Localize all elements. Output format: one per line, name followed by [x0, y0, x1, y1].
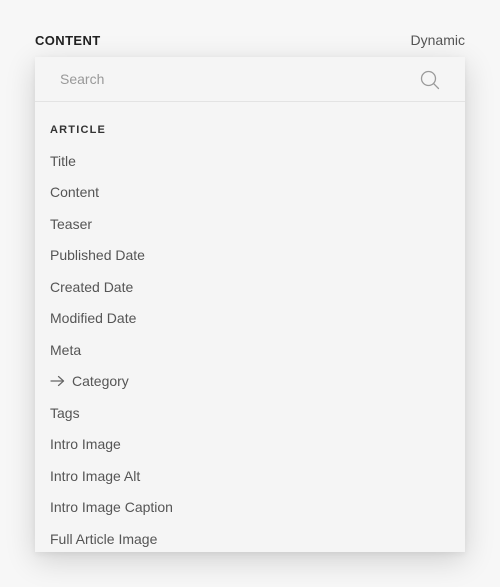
list-item-label: Intro Image: [50, 436, 121, 453]
search-row: [35, 57, 465, 102]
list-item-full-article-image[interactable]: Full Article Image: [50, 523, 465, 552]
list-item-label: Created Date: [50, 278, 134, 295]
list-item-published-date[interactable]: Published Date: [50, 240, 465, 272]
list-item-tags[interactable]: Tags: [50, 397, 465, 429]
section-title: CONTENT: [35, 32, 101, 48]
search-input[interactable]: [35, 57, 405, 101]
list-item-label: Modified Date: [50, 310, 137, 327]
search-icon[interactable]: [419, 69, 441, 91]
dynamic-toggle[interactable]: Dynamic: [411, 32, 465, 48]
list-item-intro-image-alt[interactable]: Intro Image Alt: [50, 460, 465, 492]
list-item-intro-image[interactable]: Intro Image: [50, 429, 465, 461]
list-item-meta[interactable]: Meta: [50, 334, 465, 366]
list-item-teaser[interactable]: Teaser: [50, 208, 465, 240]
list-item-modified-date[interactable]: Modified Date: [50, 303, 465, 335]
list-item-label: Tags: [50, 404, 80, 421]
list-item-category[interactable]: Category: [50, 366, 465, 398]
group-label-article: ARTICLE: [50, 124, 107, 136]
dropdown-panel: ARTICLE Title Content Teaser Published D…: [35, 57, 465, 552]
field-list: Title Content Teaser Published Date Crea…: [50, 145, 465, 552]
list-item-content[interactable]: Content: [50, 177, 465, 209]
list-item-label: Intro Image Caption: [50, 499, 173, 516]
list-item-label: Title: [50, 152, 76, 169]
list-item-label: Published Date: [50, 247, 145, 264]
arrow-right-icon: [50, 376, 65, 387]
header: CONTENT Dynamic: [35, 30, 465, 50]
list-item-label: Meta: [50, 341, 82, 358]
list-item-intro-image-caption[interactable]: Intro Image Caption: [50, 492, 465, 524]
list-item-title[interactable]: Title: [50, 145, 465, 177]
list-item-label: Teaser: [50, 215, 93, 232]
list-item-label: Intro Image Alt: [50, 467, 141, 484]
list-item-created-date[interactable]: Created Date: [50, 271, 465, 303]
list-item-label: Full Article Image: [50, 530, 158, 547]
list-item-label: Content: [50, 184, 100, 201]
list-item-label: Category: [72, 373, 129, 390]
